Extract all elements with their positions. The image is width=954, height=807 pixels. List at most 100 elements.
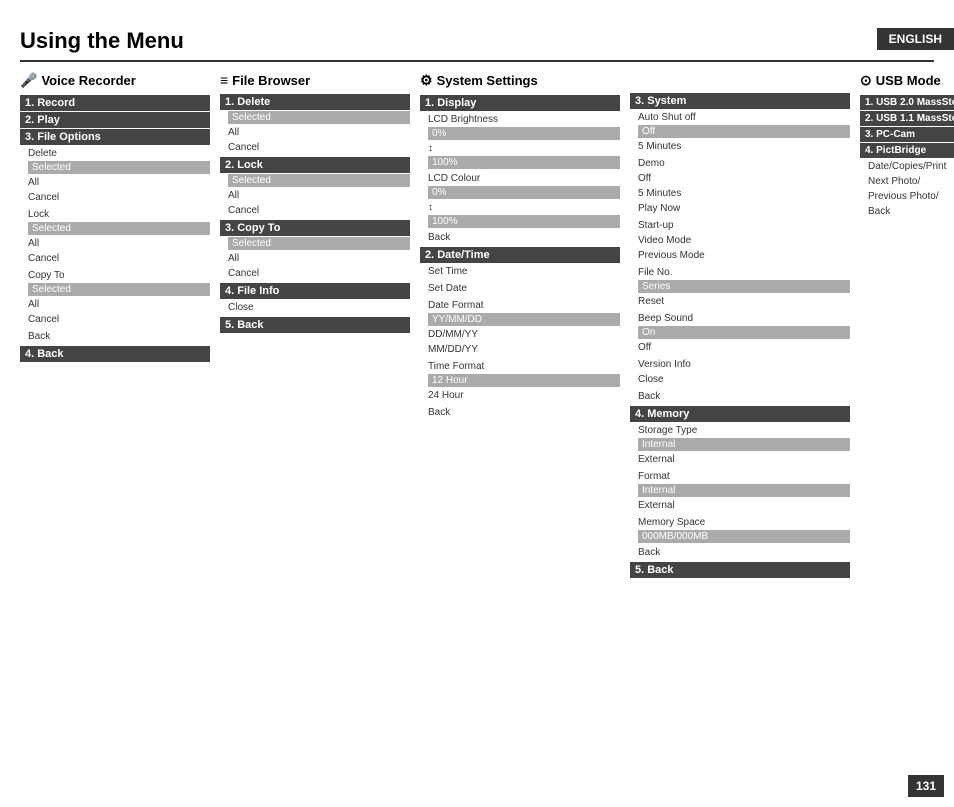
- fb-item-5[interactable]: 5. Back: [220, 317, 410, 333]
- ss-brightness-arrow: ↕: [428, 141, 620, 156]
- usb-item-2[interactable]: 2. USB 1.1 MassStorage: [860, 111, 954, 126]
- ss-lcd-brightness-label: LCD Brightness: [428, 112, 620, 127]
- vr-lock-label: Lock: [28, 207, 210, 222]
- ss-display-header[interactable]: 1. Display: [420, 95, 620, 111]
- ss-settime-label[interactable]: Set Time: [428, 264, 620, 279]
- vr-copyto-label: Copy To: [28, 268, 210, 283]
- vr-delete-all[interactable]: All: [28, 175, 210, 190]
- ss-brightness-0[interactable]: 0%: [428, 127, 620, 140]
- ss-datetime-header[interactable]: 2. Date/Time: [420, 247, 620, 263]
- ss-lcd-colour: LCD Colour 0% ↕ 100%: [420, 171, 620, 228]
- vr-back-label[interactable]: Back: [28, 329, 210, 344]
- vr-item-2[interactable]: 2. Play: [20, 112, 210, 128]
- usb-item-4[interactable]: 4. PictBridge: [860, 143, 954, 158]
- ss-dateformat-dd[interactable]: DD/MM/YY: [428, 327, 620, 342]
- ss-colour-100[interactable]: 100%: [428, 215, 620, 228]
- usb-item-3[interactable]: 3. PC-Cam: [860, 127, 954, 142]
- fb-copyto-selected[interactable]: Selected: [228, 237, 410, 250]
- page-title: Using the Menu: [20, 28, 934, 62]
- usb-previous-photo[interactable]: Previous Photo/: [868, 189, 954, 204]
- ss-datetime-back-label[interactable]: Back: [428, 405, 620, 420]
- sys-demo-playnow[interactable]: Play Now: [638, 201, 850, 216]
- vr-lock-cancel[interactable]: Cancel: [28, 251, 210, 266]
- sys-storagetype-label: Storage Type: [638, 423, 850, 438]
- system-settings-header: ⚙ System Settings: [420, 72, 620, 89]
- sys-beepsound-on[interactable]: On: [638, 326, 850, 339]
- ss-timeformat-24[interactable]: 24 Hour: [428, 388, 620, 403]
- sys-startup-video[interactable]: Video Mode: [638, 233, 850, 248]
- fb-delete-selected[interactable]: Selected: [228, 111, 410, 124]
- sys-5back-header[interactable]: 5. Back: [630, 562, 850, 578]
- ss-dateformat-yy[interactable]: YY/MM/DD: [428, 313, 620, 326]
- ss-dateformat-mm[interactable]: MM/DD/YY: [428, 342, 620, 357]
- sys-memoryspace: Memory Space 000MB/000MB: [630, 515, 850, 543]
- sys-startup-previous[interactable]: Previous Mode: [638, 248, 850, 263]
- fb-item-3[interactable]: 3. Copy To: [220, 220, 410, 236]
- sys-storagetype: Storage Type Internal External: [630, 423, 850, 467]
- fb-item-1[interactable]: 1. Delete: [220, 94, 410, 110]
- ss-timeformat-12[interactable]: 12 Hour: [428, 374, 620, 387]
- sys-demo-5min[interactable]: 5 Minutes: [638, 186, 850, 201]
- fb-lock-selected[interactable]: Selected: [228, 174, 410, 187]
- fb-fileinfo-options: Close: [220, 300, 410, 315]
- sys-memory-back-label[interactable]: Back: [638, 545, 850, 560]
- sys-autoshutoff-5min[interactable]: 5 Minutes: [638, 139, 850, 154]
- sys-storagetype-internal[interactable]: Internal: [638, 438, 850, 451]
- sys-memory-back: Back: [630, 545, 850, 560]
- ss-brightness-100[interactable]: 100%: [428, 156, 620, 169]
- sys-memory-header[interactable]: 4. Memory: [630, 406, 850, 422]
- vr-copyto-selected[interactable]: Selected: [28, 283, 210, 296]
- usb-mode-header: ⊙ USB Mode: [860, 72, 954, 89]
- ss-colour-0[interactable]: 0%: [428, 186, 620, 199]
- fb-delete-cancel[interactable]: Cancel: [228, 140, 410, 155]
- sys-startup-label: Start-up: [638, 218, 850, 233]
- sys-fileno-reset[interactable]: Reset: [638, 294, 850, 309]
- fb-copyto-cancel[interactable]: Cancel: [228, 266, 410, 281]
- voice-recorder-column: 🎤 Voice Recorder 1. Record 2. Play 3. Fi…: [20, 72, 210, 579]
- usb-date-copies-print[interactable]: Date/Copies/Print: [868, 159, 954, 174]
- vr-copyto-cancel[interactable]: Cancel: [28, 312, 210, 327]
- sys-format-internal[interactable]: Internal: [638, 484, 850, 497]
- ss-setdate-label[interactable]: Set Date: [428, 281, 620, 296]
- vr-copyto-group: Copy To Selected All Cancel: [20, 268, 210, 327]
- sys-demo-off[interactable]: Off: [638, 171, 850, 186]
- sys-autoshutoff-off[interactable]: Off: [638, 125, 850, 138]
- voice-recorder-icon: 🎤: [20, 72, 37, 89]
- page-number: 131: [908, 775, 944, 797]
- fb-lock-options: Selected All Cancel: [220, 174, 410, 218]
- system-settings-column: ⚙ System Settings 1. Display LCD Brightn…: [420, 72, 620, 579]
- sys-versioninfo-label: Version Info: [638, 357, 850, 372]
- vr-copyto-all[interactable]: All: [28, 297, 210, 312]
- ss-display-back-label[interactable]: Back: [428, 230, 620, 245]
- fb-lock-cancel[interactable]: Cancel: [228, 203, 410, 218]
- sys-versioninfo: Version Info Close: [630, 357, 850, 387]
- sys-format-label: Format: [638, 469, 850, 484]
- ss-settime: Set Time: [420, 264, 620, 279]
- sys-system-header[interactable]: 3. System: [630, 93, 850, 109]
- fb-lock-all[interactable]: All: [228, 188, 410, 203]
- usb-next-photo[interactable]: Next Photo/: [868, 174, 954, 189]
- sys-format-external[interactable]: External: [638, 498, 850, 513]
- sys-beepsound-off[interactable]: Off: [638, 340, 850, 355]
- vr-lock-selected[interactable]: Selected: [28, 222, 210, 235]
- sys-system-back-label[interactable]: Back: [638, 389, 850, 404]
- fb-item-4[interactable]: 4. File Info: [220, 283, 410, 299]
- sys-storagetype-external[interactable]: External: [638, 452, 850, 467]
- vr-delete-cancel[interactable]: Cancel: [28, 190, 210, 205]
- sys-fileno-series[interactable]: Series: [638, 280, 850, 293]
- fb-copyto-all[interactable]: All: [228, 251, 410, 266]
- vr-item-3[interactable]: 3. File Options: [20, 129, 210, 145]
- fb-item-2[interactable]: 2. Lock: [220, 157, 410, 173]
- vr-item-4[interactable]: 4. Back: [20, 346, 210, 362]
- sys-versioninfo-close[interactable]: Close: [638, 372, 850, 387]
- fb-close-label[interactable]: Close: [228, 300, 410, 315]
- vr-lock-all[interactable]: All: [28, 236, 210, 251]
- ss-display-back: Back: [420, 230, 620, 245]
- usb-mode-icon: ⊙: [860, 72, 872, 89]
- fb-delete-all[interactable]: All: [228, 125, 410, 140]
- vr-delete-selected[interactable]: Selected: [28, 161, 210, 174]
- vr-item-1[interactable]: 1. Record: [20, 95, 210, 111]
- usb-item-1[interactable]: 1. USB 2.0 MassStorage: [860, 95, 954, 110]
- usb-back[interactable]: Back: [868, 204, 954, 219]
- vr-delete-group: Delete Selected All Cancel: [20, 146, 210, 205]
